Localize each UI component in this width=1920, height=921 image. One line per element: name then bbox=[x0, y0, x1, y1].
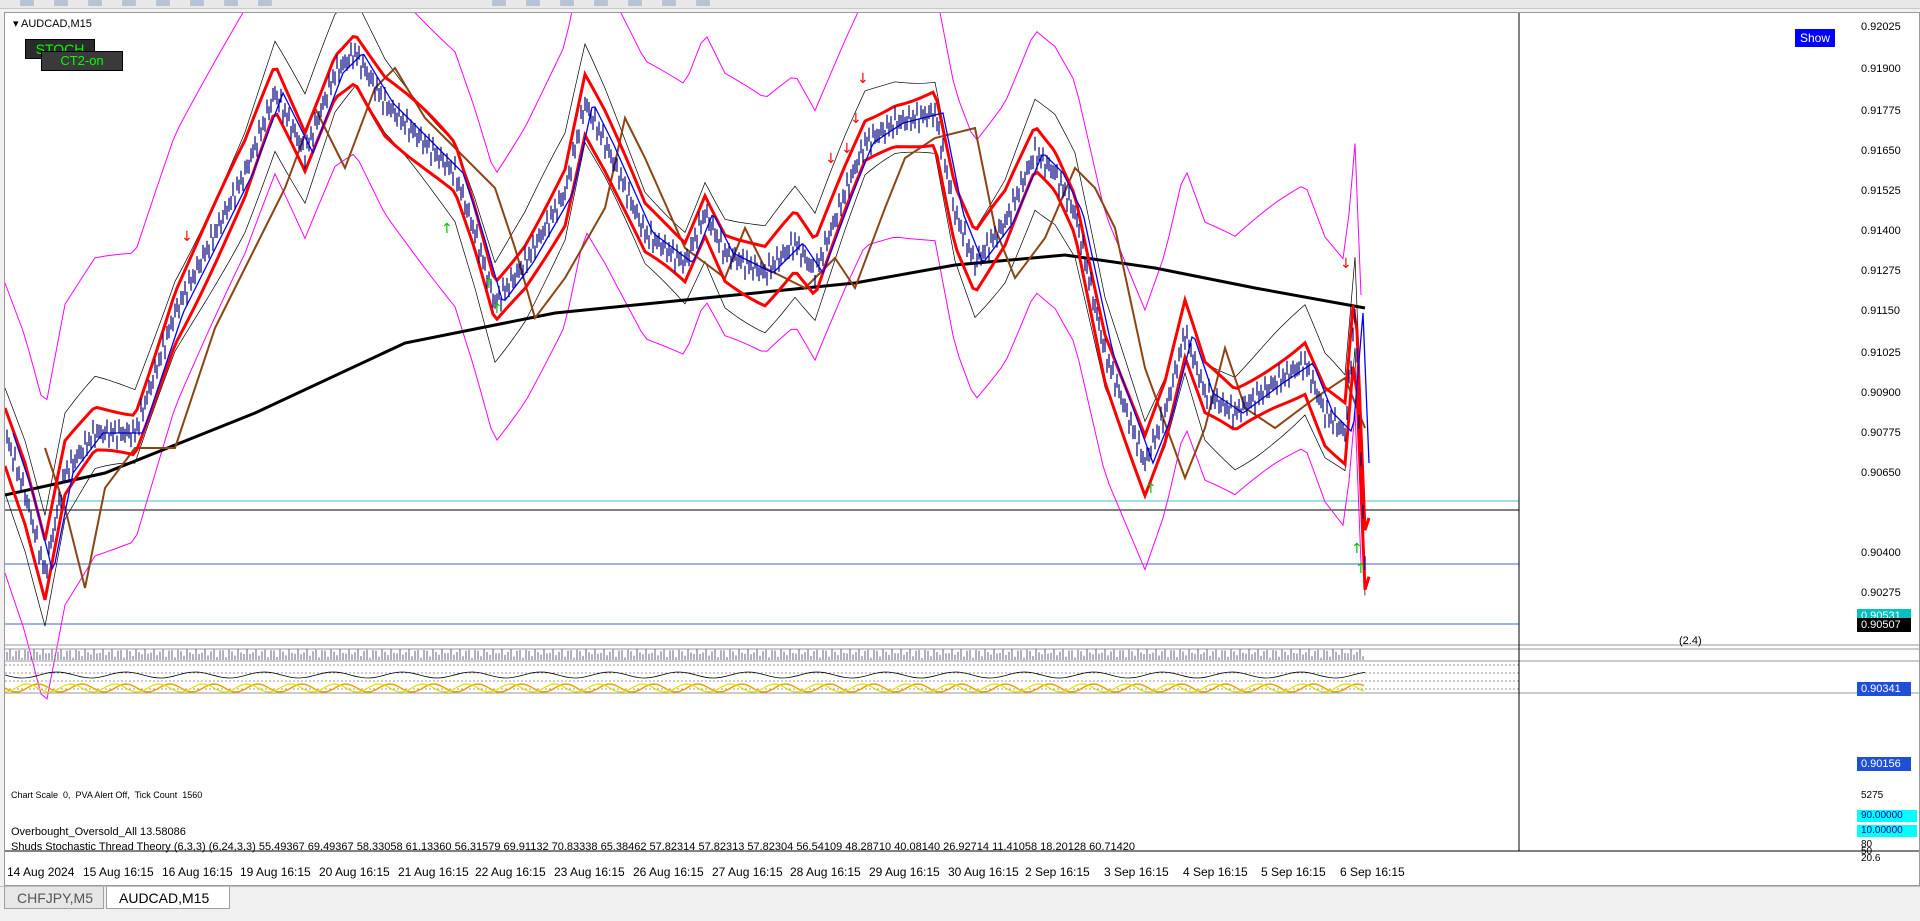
toolbar-line-icon[interactable] bbox=[560, 0, 574, 6]
toolbar-copy-icon[interactable] bbox=[190, 0, 204, 6]
price-tag-current: 0.90507 bbox=[1857, 618, 1911, 632]
chart-window[interactable]: ↑ ↑ ↑ ↑ ↑ ↑ ↓ ↓ ↓ ↓ ↓ ↓ ▾ AUDCAD,M15 STOCH CT2-on S… bbox=[4, 12, 1920, 886]
toolbar-zoom-out-icon[interactable] bbox=[526, 0, 540, 6]
volume-bars bbox=[6, 649, 1364, 660]
price-axis-label: 0.90775 bbox=[1861, 427, 1901, 439]
toolbar-save-icon[interactable] bbox=[88, 0, 102, 6]
time-axis-label: 27 Aug 16:15 bbox=[712, 865, 783, 879]
price-axis-label: 0.91525 bbox=[1861, 185, 1901, 197]
envelope-lower bbox=[5, 85, 1366, 627]
time-axis-label: 22 Aug 16:15 bbox=[475, 865, 546, 879]
toolbar-crosshair-icon[interactable] bbox=[628, 0, 642, 6]
time-axis-label: 19 Aug 16:15 bbox=[240, 865, 311, 879]
tick-count-text: Tick Count 1560 bbox=[134, 790, 203, 800]
time-axis-label: 23 Aug 16:15 bbox=[554, 865, 625, 879]
time-axis-label: 28 Aug 16:15 bbox=[790, 865, 861, 879]
tab-audcad[interactable]: AUDCAD,M15 bbox=[106, 887, 230, 909]
long-moving-average bbox=[5, 253, 1366, 497]
buy-arrow-icon: ↑ bbox=[1351, 541, 1363, 557]
sell-arrow-icon: ↓ bbox=[857, 71, 869, 87]
time-axis-label: 26 Aug 16:15 bbox=[633, 865, 704, 879]
time-axis-label: 4 Sep 16:15 bbox=[1183, 865, 1248, 879]
price-axis-label: 0.90400 bbox=[1861, 547, 1901, 559]
stochastic-yellow-line bbox=[5, 683, 1365, 693]
overbought-label: Overbought_Oversold_All 13.58086 bbox=[11, 826, 186, 838]
time-axis-label: 20 Aug 16:15 bbox=[319, 865, 390, 879]
sell-arrow-icon: ↓ bbox=[1340, 256, 1352, 272]
price-tag-level-1: 0.90341 bbox=[1857, 682, 1911, 696]
toolbar-period-icon[interactable] bbox=[662, 0, 676, 6]
symbol-label: AUDCAD,M15 bbox=[20, 18, 92, 30]
red-band-upper bbox=[5, 34, 1371, 541]
toolbar-cursor-icon[interactable] bbox=[594, 0, 608, 6]
sell-arrow-icon: ↓ bbox=[841, 141, 853, 157]
pva-alert-text: PVA Alert Off, bbox=[75, 790, 130, 800]
osc-tag-90: 90.00000 bbox=[1857, 810, 1917, 822]
buy-arrow-icon: ↑ bbox=[441, 221, 453, 237]
time-axis-label: 3 Sep 16:15 bbox=[1104, 865, 1169, 879]
magenta-band-upper bbox=[5, 13, 1362, 401]
toolbar-open-icon[interactable] bbox=[54, 0, 68, 6]
price-axis-label: 0.90650 bbox=[1861, 467, 1901, 479]
price-tag-level-2: 0.90156 bbox=[1857, 757, 1911, 771]
show-button[interactable]: Show bbox=[1795, 29, 1835, 47]
price-axis-label: 0.91775 bbox=[1861, 105, 1901, 117]
time-axis-label: 6 Sep 16:15 bbox=[1340, 865, 1405, 879]
time-axis-label: 15 Aug 16:15 bbox=[83, 865, 154, 879]
delta-label: (2.4) bbox=[1679, 635, 1702, 647]
toolbar-paste-icon[interactable] bbox=[224, 0, 238, 6]
osc-tag-10: 10.00000 bbox=[1857, 825, 1917, 837]
sell-arrow-icon: ↓ bbox=[825, 151, 837, 167]
chart-tab-bar: CHFJPY,M5 AUDCAD,M15 bbox=[0, 886, 1920, 921]
buy-arrow-icon: ↑ bbox=[491, 301, 503, 317]
tab-chfjpy[interactable]: CHFJPY,M5 bbox=[4, 887, 104, 909]
time-axis-label: 2 Sep 16:15 bbox=[1025, 865, 1090, 879]
osc-small-label-3: 20.6 bbox=[1861, 853, 1881, 864]
time-axis-label: 5 Sep 16:15 bbox=[1261, 865, 1326, 879]
toolbar-zoom-in-icon[interactable] bbox=[492, 0, 506, 6]
time-axis-label: 14 Aug 2024 bbox=[7, 865, 75, 879]
price-axis-label: 0.90275 bbox=[1861, 587, 1901, 599]
toolbar-print-icon[interactable] bbox=[122, 0, 136, 6]
time-axis-label: 21 Aug 16:15 bbox=[398, 865, 469, 879]
toolbar-cut-icon[interactable] bbox=[156, 0, 170, 6]
time-axis-label: 30 Aug 16:15 bbox=[948, 865, 1019, 879]
buy-arrow-icon: ↑ bbox=[483, 276, 495, 292]
price-axis-label: 0.91650 bbox=[1861, 145, 1901, 157]
price-axis-label: 0.92025 bbox=[1861, 21, 1901, 33]
price-axis-label: 0.91900 bbox=[1861, 63, 1901, 75]
volume-max-label: 5275 bbox=[1861, 790, 1884, 801]
stochastic-label: Shuds Stochastic Thread Theory (6,3,3) (… bbox=[11, 841, 1135, 853]
price-candles bbox=[6, 42, 1366, 579]
price-axis-label: 0.91400 bbox=[1861, 225, 1901, 237]
chart-info-line: Chart Scale 0, PVA Alert Off, Tick Count… bbox=[11, 790, 202, 800]
chart-symbol-title: ▾ AUDCAD,M15 bbox=[13, 18, 92, 30]
toolbar-undo-icon[interactable] bbox=[258, 0, 272, 6]
toolbar-new-icon[interactable] bbox=[20, 0, 34, 6]
price-axis-label: 0.90900 bbox=[1861, 387, 1901, 399]
buy-arrow-icon: ↑ bbox=[1145, 481, 1157, 497]
ct2-on-button[interactable]: CT2-on bbox=[41, 51, 123, 71]
time-axis-label: 29 Aug 16:15 bbox=[869, 865, 940, 879]
sell-arrow-icon: ↓ bbox=[850, 111, 862, 127]
blue-moving-average bbox=[12, 54, 1370, 571]
price-axis-label: 0.91275 bbox=[1861, 265, 1901, 277]
chart-scale-text: Chart Scale 0, bbox=[11, 790, 71, 800]
price-axis-label: 0.91025 bbox=[1861, 347, 1901, 359]
buy-arrow-icon: ↑ bbox=[1355, 561, 1367, 577]
toolbar-strip bbox=[0, 0, 1920, 9]
price-axis-label: 0.91150 bbox=[1861, 305, 1900, 317]
sell-arrow-icon: ↓ bbox=[181, 229, 193, 245]
time-axis-label: 16 Aug 16:15 bbox=[162, 865, 233, 879]
chart-canvas[interactable]: ↑↑↑↑↑↑↓↓↓↓↓↓ bbox=[5, 13, 1919, 885]
toolbar-template-icon[interactable] bbox=[696, 0, 710, 6]
